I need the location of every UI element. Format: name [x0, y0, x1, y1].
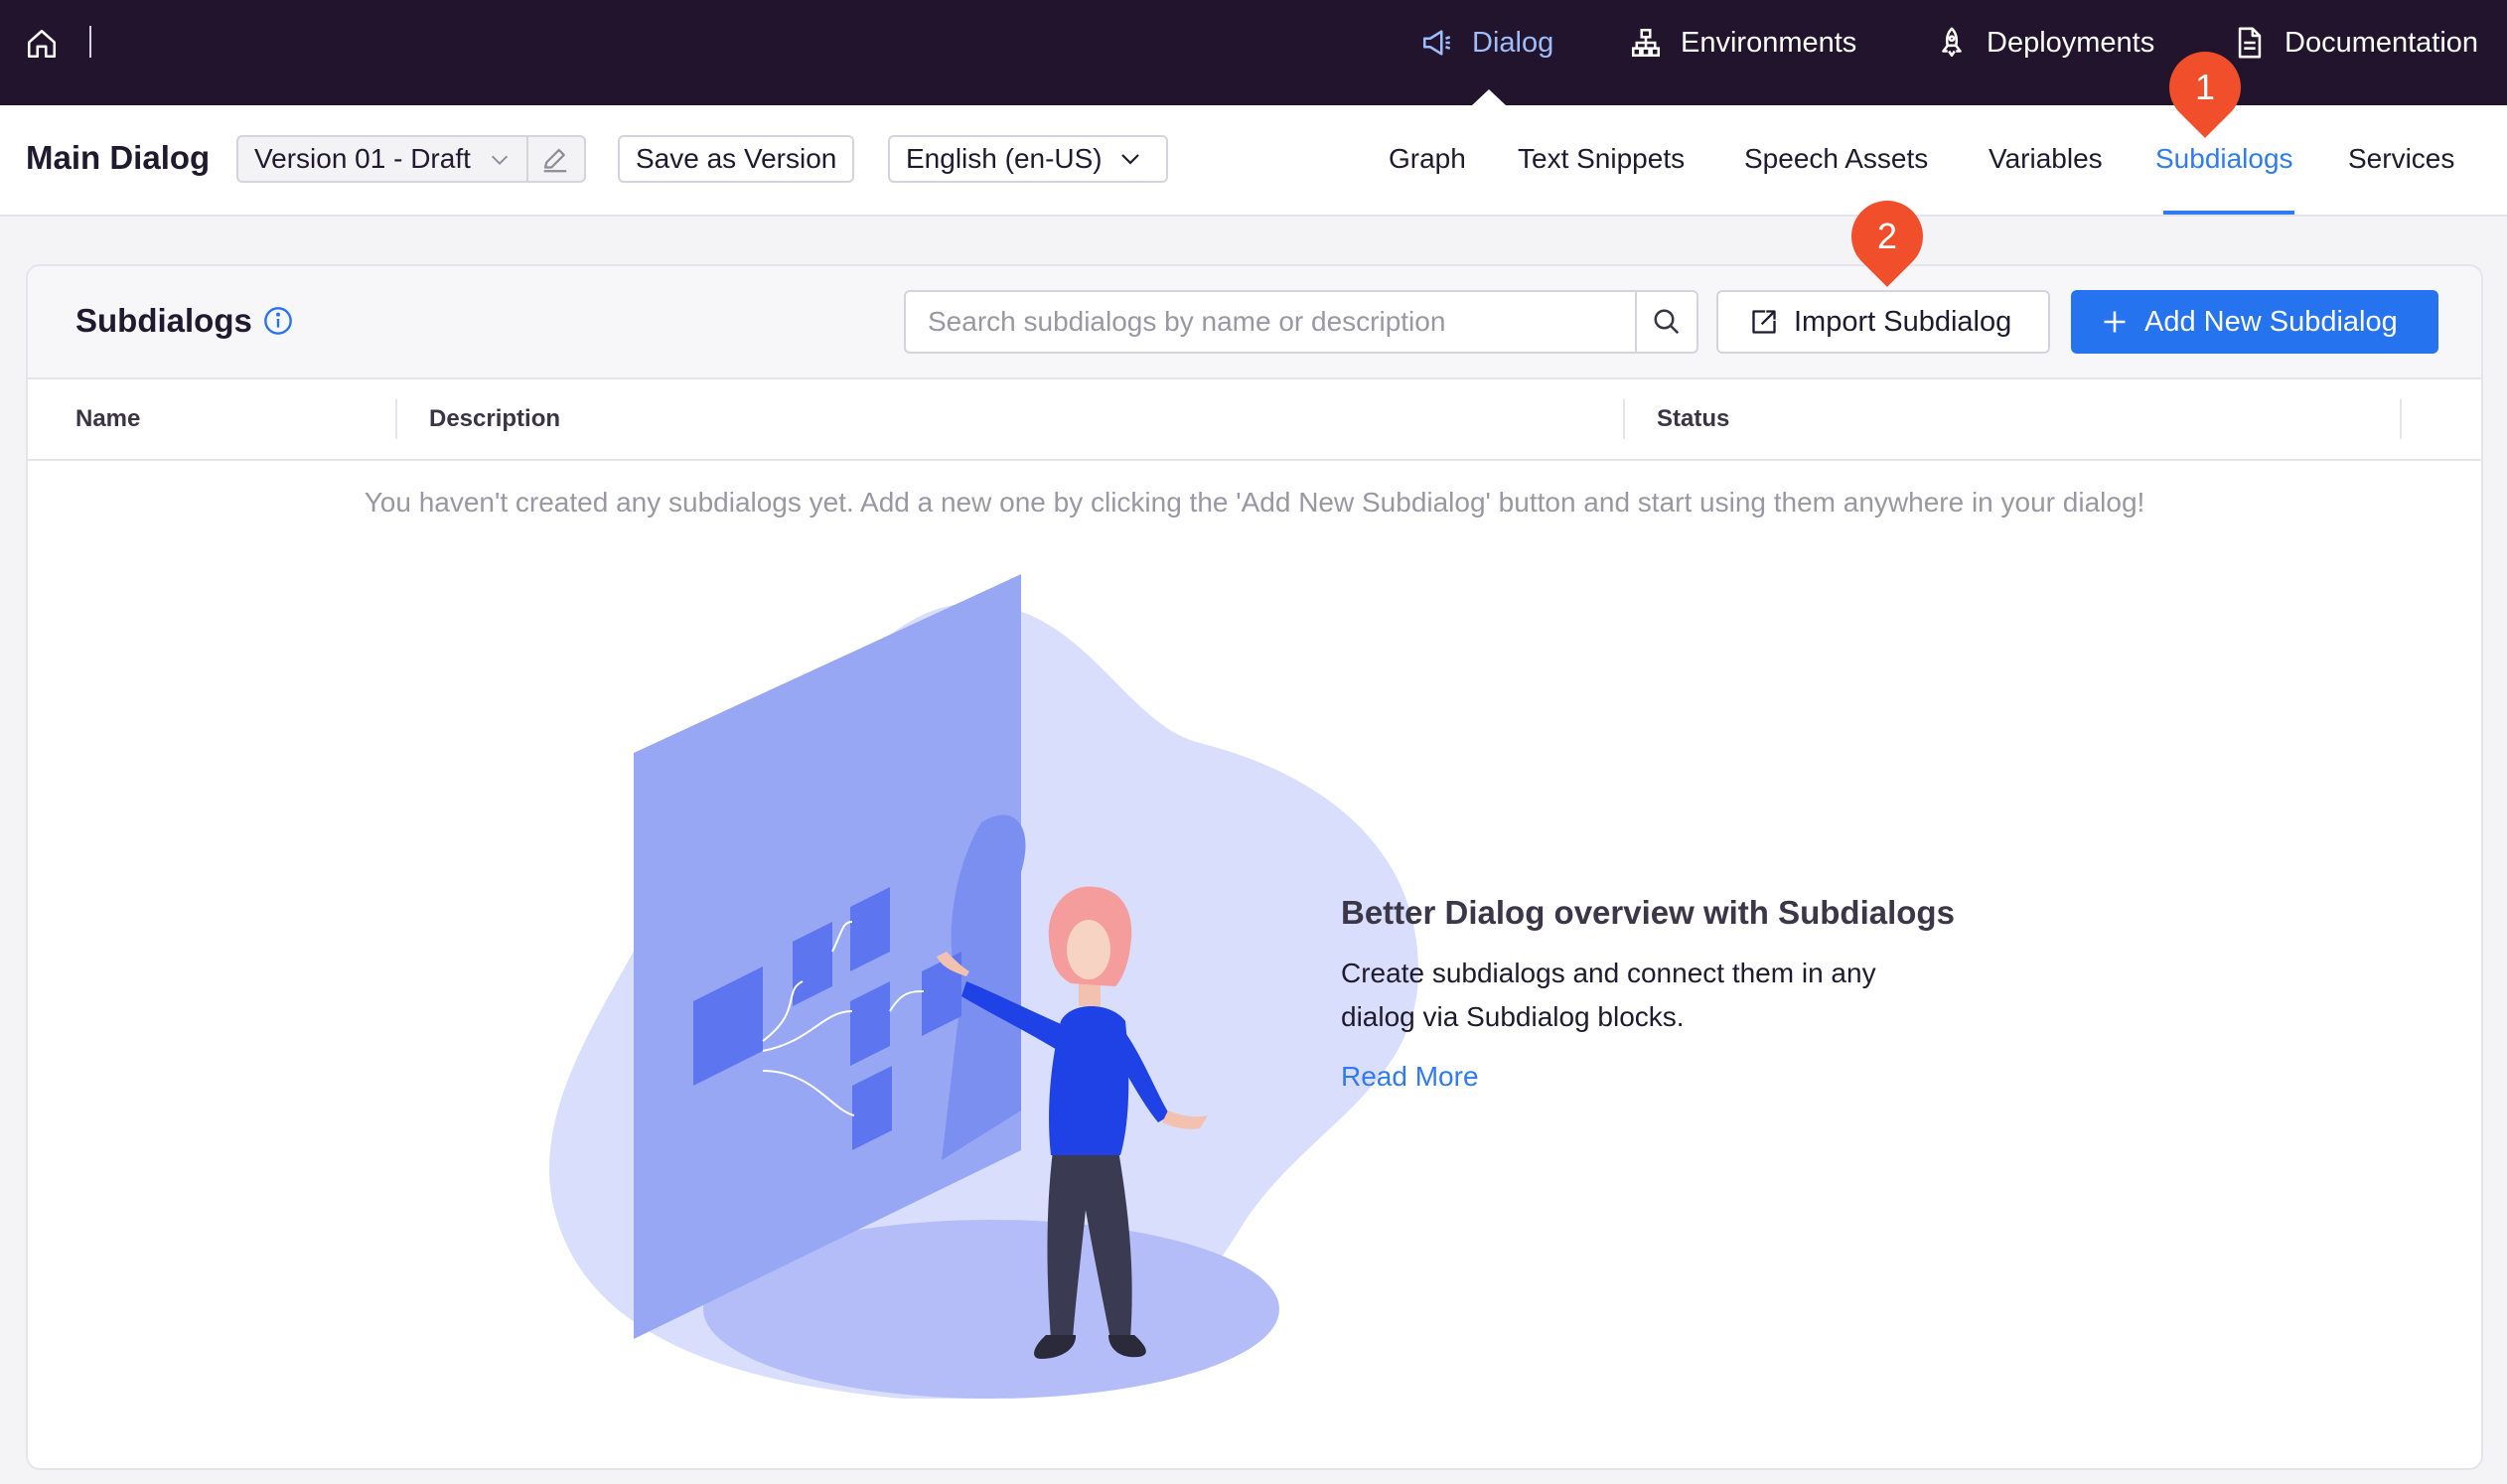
import-subdialog-label: Import Subdialog [1794, 305, 2012, 338]
empty-state-message: You haven't created any subdialogs yet. … [364, 487, 2145, 518]
sitemap-icon [1631, 28, 1661, 58]
active-tab-underline [2163, 211, 2294, 215]
tab-services[interactable]: Services [2348, 143, 2454, 175]
plus-icon [2104, 311, 2126, 333]
search-input[interactable] [906, 292, 1635, 352]
topnav-deployments[interactable]: Deployments [1935, 0, 2154, 85]
edit-pencil-icon[interactable] [540, 145, 570, 175]
annotation-marker-number: 2 [1876, 216, 1898, 256]
annotation-marker-number: 1 [2194, 67, 2216, 107]
info-icon[interactable] [262, 305, 294, 337]
column-description[interactable]: Description [429, 405, 560, 433]
version-select-value: Version 01 - Draft [254, 143, 471, 174]
language-select[interactable]: English (en-US) [888, 135, 1168, 183]
home-icon [27, 29, 57, 59]
document-icon [2238, 27, 2262, 59]
page-title: Main Dialog [26, 139, 211, 176]
promo-title: Better Dialog overview with Subdialogs [1341, 894, 1955, 931]
topnav-deployments-label: Deployments [1987, 26, 2155, 59]
column-separator[interactable] [395, 399, 397, 439]
promo-text-line: Create subdialogs and connect them in an… [1341, 958, 1876, 988]
topnav-documentation-label: Documentation [2285, 26, 2479, 59]
read-more-link[interactable]: Read More [1341, 1061, 1479, 1093]
card-title-text: Subdialogs [75, 302, 252, 339]
card-header: Subdialogs Import Subdialog [28, 266, 2481, 379]
column-separator[interactable] [1623, 399, 1625, 439]
topnav-dialog-label: Dialog [1472, 26, 1554, 59]
chevron-down-icon [492, 155, 508, 165]
dialog-subheader: Main Dialog Version 01 - Draft Save as V… [0, 105, 2507, 217]
save-as-version-label: Save as Version [636, 143, 837, 174]
topnav-environments[interactable]: Environments [1629, 0, 1856, 85]
chevron-down-icon [1120, 154, 1139, 165]
column-status[interactable]: Status [1657, 405, 1729, 433]
add-new-subdialog-button[interactable]: Add New Subdialog [2071, 290, 2438, 354]
save-as-version-button[interactable]: Save as Version [618, 135, 855, 183]
topnav-environments-label: Environments [1681, 26, 1857, 59]
column-name[interactable]: Name [75, 405, 140, 433]
home-button[interactable] [22, 24, 62, 64]
top-navigation-bar: Dialog Environments Deployments Document… [0, 0, 2507, 105]
megaphone-icon [1422, 30, 1451, 56]
column-separator[interactable] [2400, 399, 2402, 439]
search-button[interactable] [1635, 292, 1696, 352]
version-select[interactable]: Version 01 - Draft [236, 135, 586, 183]
tab-text-snippets[interactable]: Text Snippets [1518, 143, 1685, 175]
rocket-icon [1942, 27, 1962, 58]
top-divider [89, 26, 91, 58]
card-title: Subdialogs [75, 302, 294, 340]
add-new-subdialog-label: Add New Subdialog [2144, 305, 2398, 338]
illustration-person-face [1067, 920, 1110, 979]
promo-text: Create subdialogs and connect them in an… [1341, 952, 2036, 1039]
version-select-divider [526, 137, 528, 181]
topnav-dialog[interactable]: Dialog [1420, 0, 1553, 85]
tab-speech-assets[interactable]: Speech Assets [1744, 143, 1928, 175]
topnav-documentation[interactable]: Documentation [2233, 0, 2478, 85]
import-icon [1752, 310, 1776, 334]
table-header: Name Description Status [28, 379, 2481, 461]
promo-text-line: dialog via Subdialog blocks. [1341, 1001, 1685, 1032]
import-subdialog-button[interactable]: Import Subdialog [1716, 290, 2050, 354]
search-field [904, 290, 1698, 354]
tab-subdialogs[interactable]: Subdialogs [2155, 143, 2293, 175]
tab-graph[interactable]: Graph [1389, 143, 1466, 175]
empty-state-illustration [549, 574, 1418, 1399]
subdialogs-card: Subdialogs Import Subdialog [26, 264, 2483, 1470]
tab-variables[interactable]: Variables [1989, 143, 2103, 175]
active-nav-caret [1472, 89, 1506, 105]
language-select-value: English (en-US) [906, 143, 1103, 174]
search-icon [1654, 309, 1680, 335]
